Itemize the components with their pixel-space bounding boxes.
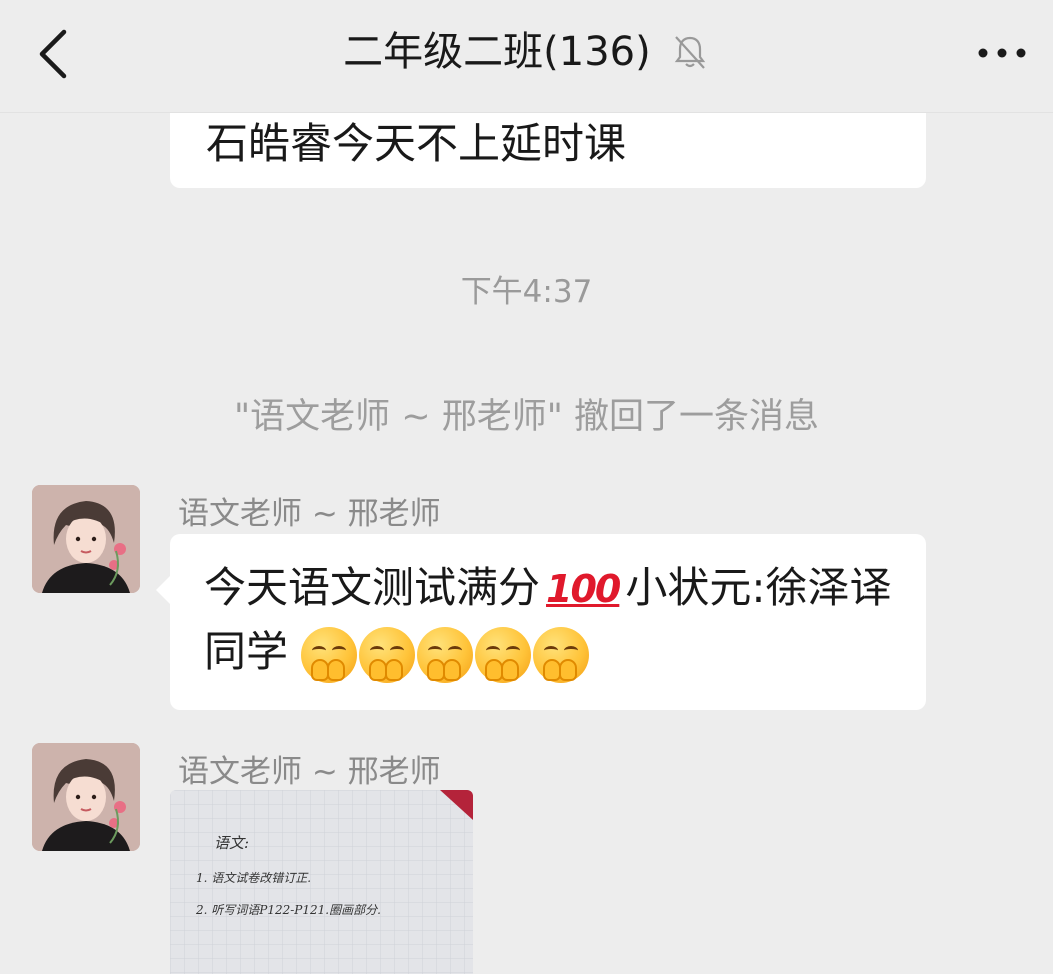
recall-notice: "语文老师 ~ 邢老师" 撤回了一条消息 — [234, 397, 819, 437]
sender-name: 语文老师 ~ 邢老师 — [178, 496, 441, 532]
teacher-avatar[interactable] — [32, 485, 140, 593]
teacher-avatar[interactable] — [32, 743, 140, 851]
hugging-face-emoji — [417, 626, 474, 683]
hugging-face-emoji — [301, 626, 358, 683]
hugging-face-emoji — [533, 626, 590, 683]
chat-title: 二年级二班(136) — [343, 29, 651, 75]
message-bubble-announcement[interactable]: 今天语文测试满分 100 小状元:徐泽译同学 — [156, 534, 926, 710]
photo-line-1: 1. 语文试卷改错订正. — [196, 871, 311, 885]
message-text: 石皓睿今天不上延时课 — [206, 119, 627, 168]
hugging-face-emoji — [475, 626, 532, 683]
hundred-points-emoji: 100 — [546, 567, 621, 611]
message-text-part1: 今天语文测试满分 — [204, 563, 541, 612]
notebook-photo-image: 语文: 1. 语文试卷改错订正. 2. 听写词语P122-P121.圈画部分. — [170, 790, 473, 974]
photo-line-2: 2. 听写词语P122-P121.圈画部分. — [195, 903, 381, 917]
avatar-portrait-icon — [32, 485, 140, 593]
more-options-button[interactable] — [975, 36, 1029, 70]
message-list[interactable]: 石皓睿今天不上延时课 下午4:37 "语文老师 ~ 邢老师" 撤回了一条消息 语… — [0, 112, 1053, 974]
hug-emoji-row — [288, 626, 591, 683]
photo-heading: 语文: — [214, 834, 249, 852]
avatar-portrait-icon — [32, 743, 140, 851]
message-timestamp: 下午4:37 — [460, 274, 593, 310]
bell-muted-icon — [674, 36, 706, 69]
more-dots-icon — [978, 48, 1026, 58]
chat-header: 二年级二班(136) — [0, 0, 1053, 113]
message-bubble-previous[interactable]: 石皓睿今天不上延时课 — [170, 112, 926, 188]
hugging-face-emoji — [359, 626, 416, 683]
homework-photo[interactable]: 语文: 1. 语文试卷改错订正. 2. 听写词语P122-P121.圈画部分. — [170, 790, 473, 974]
sender-name: 语文老师 ~ 邢老师 — [178, 754, 441, 790]
